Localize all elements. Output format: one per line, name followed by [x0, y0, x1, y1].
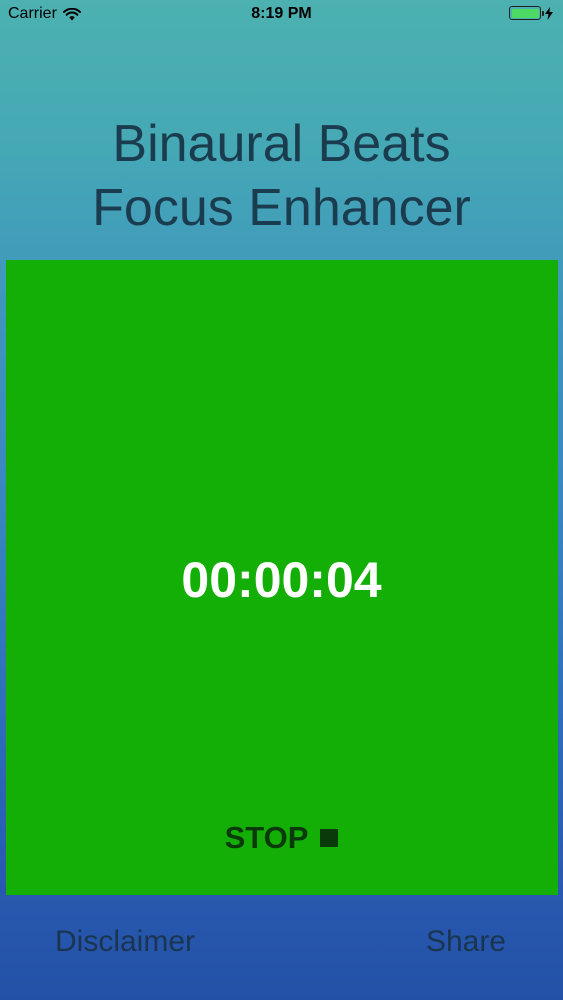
title-line-2: Focus Enhancer: [92, 179, 471, 237]
status-time: 8:19 PM: [251, 5, 312, 22]
share-button[interactable]: Share: [426, 925, 506, 959]
stop-label: STOP: [224, 820, 309, 855]
battery-fill: [511, 8, 539, 18]
status-right: [509, 6, 553, 20]
page-title: Binaural Beats Focus Enhancer: [0, 112, 563, 240]
disclaimer-button[interactable]: Disclaimer: [55, 925, 195, 959]
charging-icon: [545, 6, 553, 20]
status-bar: Carrier 8:19 PM: [0, 0, 563, 30]
stop-button[interactable]: STOP: [0, 820, 563, 856]
elapsed-time-display: 00:00:04: [181, 552, 382, 608]
stop-icon: [320, 829, 339, 847]
title-line-1: Binaural Beats: [112, 115, 451, 173]
bottom-bar: Disclaimer Share: [0, 895, 563, 1000]
battery-icon: [509, 6, 544, 20]
